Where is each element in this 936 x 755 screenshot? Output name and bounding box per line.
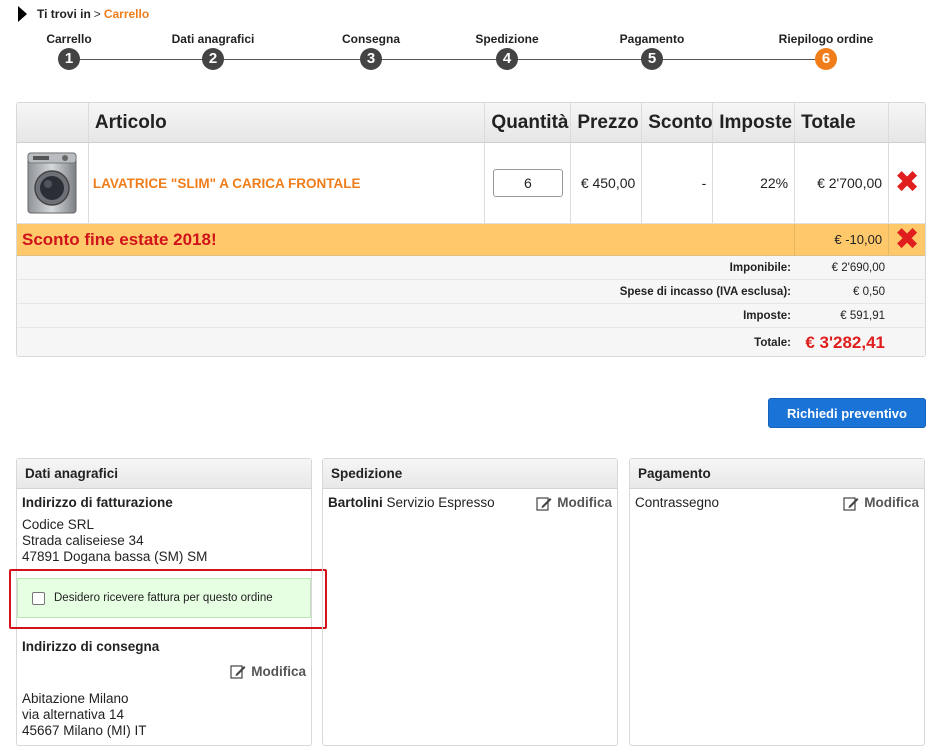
header-total: Totale <box>795 103 890 142</box>
header-discount: Sconto <box>642 103 714 142</box>
panel-title: Dati anagrafici <box>17 459 311 489</box>
summary-label: Spese di incasso (IVA esclusa): <box>619 285 791 298</box>
summary-label: Imposte: <box>743 309 791 322</box>
edit-label: Modifica <box>557 495 612 510</box>
step-label: Riepilogo ordine <box>778 32 874 46</box>
panel-body: Bartolini Servizio Espresso Modifica <box>323 489 617 517</box>
edit-icon <box>843 496 859 511</box>
step-label: Pagamento <box>619 32 685 46</box>
remove-discount-button[interactable]: ✖ <box>889 224 925 255</box>
header-image <box>17 103 89 142</box>
breadcrumb: Ti trovi in > Carrello <box>18 6 149 22</box>
shipping-method: Bartolini Servizio Espresso <box>328 495 495 511</box>
summary-value: € 2'690,00 <box>831 261 885 274</box>
x-icon: ✖ <box>894 221 920 257</box>
summary-value: € 591,91 <box>840 309 885 322</box>
edit-label: Modifica <box>864 495 919 510</box>
summary-value: € 0,50 <box>853 285 885 298</box>
header-price: Prezzo <box>571 103 643 142</box>
payment-method: Contrassegno <box>635 495 720 510</box>
panel-title: Spedizione <box>323 459 617 489</box>
total-value: € 3'282,41 <box>805 332 885 352</box>
x-icon: ✖ <box>894 165 920 200</box>
table-row: LAVATRICE "SLIM" A CARICA FRONTALE € 450… <box>17 143 925 224</box>
edit-icon <box>536 496 552 511</box>
summary-row-imponibile: Imponibile: € 2'690,00 <box>17 256 925 280</box>
product-image[interactable] <box>17 143 89 223</box>
shipping-service: Servizio Espresso <box>386 495 495 510</box>
delivery-line: Abitazione Milano <box>22 691 129 706</box>
step-number: 4 <box>496 48 518 70</box>
triangle-right-icon <box>18 6 27 22</box>
edit-shipping-link[interactable]: Modifica <box>536 495 612 511</box>
product-name-link[interactable]: LAVATRICE "SLIM" A CARICA FRONTALE <box>89 143 486 223</box>
header-delete <box>889 103 925 142</box>
summary-row-spese-incasso: Spese di incasso (IVA esclusa): € 0,50 <box>17 280 925 304</box>
panel-body: Indirizzo di fatturazione Codice SRL Str… <box>17 489 311 571</box>
edit-label: Modifica <box>251 664 306 679</box>
request-quote-button[interactable]: Richiedi preventivo <box>768 398 926 428</box>
delivery-line: 45667 Milano (MI) IT <box>22 723 147 738</box>
step-label: Dati anagrafici <box>171 32 255 46</box>
step-dati-anagrafici[interactable]: Dati anagrafici 2 <box>153 32 273 70</box>
price-cell: € 450,00 <box>571 143 643 223</box>
billing-line: Codice SRL <box>22 517 95 532</box>
step-carrello[interactable]: Carrello 1 <box>9 32 129 70</box>
delivery-address-title: Indirizzo di consegna <box>22 639 160 654</box>
header-tax: Imposte <box>713 103 796 142</box>
step-number: 5 <box>641 48 663 70</box>
summary-row-imposte: Imposte: € 591,91 <box>17 304 925 328</box>
shipping-panel: Spedizione Bartolini Servizio Espresso M… <box>322 458 618 746</box>
edit-delivery-link[interactable]: Modifica <box>230 664 306 679</box>
checkout-steps: Carrello 1 Dati anagrafici 2 Consegna 3 … <box>0 32 936 76</box>
discount-row: Sconto fine estate 2018! € -10,00 ✖ <box>17 224 925 256</box>
discount-cell: - <box>642 143 714 223</box>
step-number: 1 <box>58 48 80 70</box>
quantity-input[interactable] <box>492 169 563 197</box>
total-label: Totale: <box>754 336 791 349</box>
summary-row-totale: Totale: € 3'282,41 <box>17 328 925 356</box>
step-number: 3 <box>360 48 382 70</box>
breadcrumb-current[interactable]: Carrello <box>104 7 149 21</box>
discount-name: Sconto fine estate 2018! <box>17 224 796 255</box>
edit-icon <box>230 664 246 679</box>
delivery-edit-wrap: Modifica <box>22 664 306 679</box>
summary-label: Imponibile: <box>729 261 791 274</box>
step-spedizione[interactable]: Spedizione 4 <box>447 32 567 70</box>
total-cell: € 2'700,00 <box>795 143 890 223</box>
tax-cell: 22% <box>713 143 796 223</box>
delivery-section: Indirizzo di consegna Modifica Abitazion… <box>22 639 306 739</box>
step-label: Consegna <box>341 32 400 46</box>
edit-payment-link[interactable]: Modifica <box>843 495 919 511</box>
panel-title: Pagamento <box>630 459 924 489</box>
header-quantity: Quantità <box>485 103 572 142</box>
step-riepilogo-ordine: Riepilogo ordine 6 <box>766 32 886 70</box>
billing-line: Strada caliseiese 34 <box>22 533 144 548</box>
delivery-lines: Abitazione Milano via alternativa 14 456… <box>22 691 306 739</box>
cart-header-row: Articolo Quantità Prezzo Sconto Imposte … <box>17 103 925 143</box>
step-number-active: 6 <box>815 48 837 70</box>
breadcrumb-separator: > <box>93 7 101 21</box>
discount-amount: € -10,00 <box>795 224 890 255</box>
step-label: Carrello <box>46 32 92 46</box>
washing-machine-icon <box>27 152 77 214</box>
payment-panel: Pagamento Contrassegno Modifica <box>629 458 925 746</box>
highlight-outline <box>9 569 327 629</box>
remove-item-button[interactable]: ✖ <box>889 143 925 223</box>
step-consegna[interactable]: Consegna 3 <box>311 32 431 70</box>
quantity-cell <box>485 143 572 223</box>
billing-address-title: Indirizzo di fatturazione <box>22 495 173 510</box>
delivery-line: via alternativa 14 <box>22 707 125 722</box>
step-label: Spedizione <box>475 32 539 46</box>
cart-table: Articolo Quantità Prezzo Sconto Imposte … <box>16 102 926 357</box>
shipping-carrier: Bartolini <box>328 495 383 510</box>
panel-body: Contrassegno Modifica <box>630 489 924 517</box>
breadcrumb-prefix: Ti trovi in <box>37 7 91 21</box>
billing-line: 47891 Dogana bassa (SM) SM <box>22 549 208 564</box>
header-article: Articolo <box>89 103 486 142</box>
step-pagamento[interactable]: Pagamento 5 <box>592 32 712 70</box>
step-number: 2 <box>202 48 224 70</box>
